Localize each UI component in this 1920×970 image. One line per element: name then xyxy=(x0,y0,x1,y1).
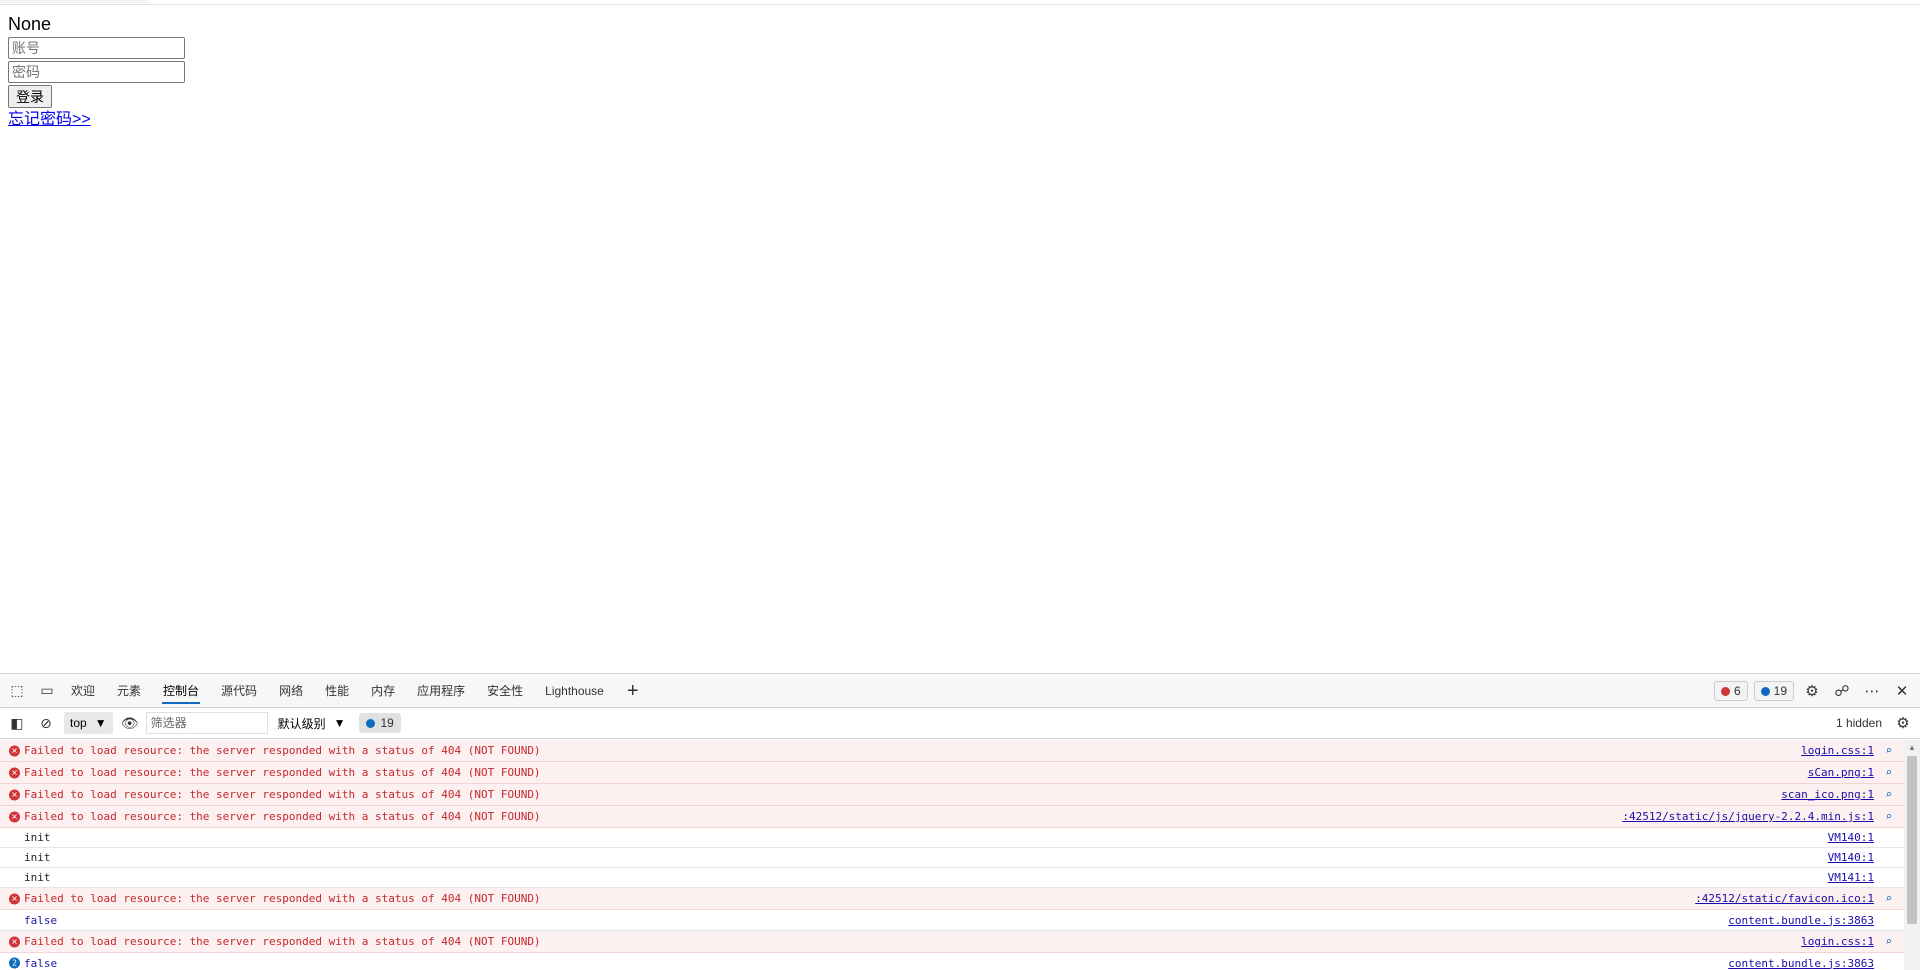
console-source-link[interactable]: login.css:1 xyxy=(1801,744,1874,757)
message-icon xyxy=(366,718,376,728)
console-source-link[interactable]: login.css:1 xyxy=(1801,935,1874,948)
repeat-count-badge: 2 xyxy=(9,957,20,969)
console-source-link[interactable]: content.bundle.js:3863 xyxy=(1728,914,1874,927)
error-icon: ✕ xyxy=(9,745,20,756)
tab-sources[interactable]: 源代码 xyxy=(210,674,268,708)
browser-top-edge xyxy=(0,0,1920,5)
console-message-text: Failed to load resource: the server resp… xyxy=(24,788,541,801)
filter-input[interactable] xyxy=(145,712,268,734)
account-input[interactable] xyxy=(8,37,185,59)
device-emulation-icon[interactable]: ▭ xyxy=(34,678,60,704)
console-message-text: init xyxy=(24,851,51,864)
console-scrollbar[interactable]: ▲ xyxy=(1904,740,1920,970)
search-icon[interactable]: ⌕ xyxy=(1885,892,1892,905)
console-message-text: Failed to load resource: the server resp… xyxy=(24,744,541,757)
tab-console[interactable]: 控制台 xyxy=(152,674,210,708)
chevron-down-icon: ▼ xyxy=(94,716,107,730)
forgot-password-link[interactable]: 忘记密码>> xyxy=(8,110,185,130)
console-message-row: init VM141:1 xyxy=(0,868,1904,888)
devtools-tab-bar: ⬚ ▭ 欢迎 元素 控制台 源代码 网络 性能 内存 应用程序 安全性 Ligh… xyxy=(0,674,1920,708)
console-message-row: ✕ Failed to load resource: the server res… xyxy=(0,888,1904,910)
console-message-row: ✕ Failed to load resource: the server res… xyxy=(0,740,1904,762)
console-message-row: false content.bundle.js:3863 xyxy=(0,910,1904,931)
error-count: 6 xyxy=(1733,684,1741,698)
error-icon: ✕ xyxy=(9,789,20,800)
console-source-link[interactable]: sCan.png:1 xyxy=(1808,766,1874,779)
error-icon: ✕ xyxy=(9,893,20,904)
error-count-badge[interactable]: 6 xyxy=(1713,681,1748,701)
search-icon[interactable]: ⌕ xyxy=(1885,766,1892,779)
error-icon: ✕ xyxy=(9,767,20,778)
scroll-up-arrow-icon[interactable]: ▲ xyxy=(1904,740,1920,754)
context-value: top xyxy=(70,716,87,730)
tab-application[interactable]: 应用程序 xyxy=(406,674,476,708)
tab-memory[interactable]: 内存 xyxy=(360,674,406,708)
console-message-text: Failed to load resource: the server resp… xyxy=(24,810,541,823)
console-source-link[interactable]: content.bundle.js:3863 xyxy=(1728,957,1874,970)
message-count-badge[interactable]: 19 xyxy=(1753,681,1794,701)
page-title: None xyxy=(8,14,52,34)
console-source-link[interactable]: VM141:1 xyxy=(1828,871,1874,884)
hidden-count: 1 hidden xyxy=(1835,716,1882,730)
console-messages: ✕ Failed to load resource: the server res… xyxy=(0,740,1904,970)
close-icon[interactable]: ✕ xyxy=(1890,679,1914,703)
search-icon[interactable]: ⌕ xyxy=(1885,744,1892,757)
error-icon: ✕ xyxy=(9,936,20,947)
console-source-link[interactable]: scan_ico.png:1 xyxy=(1781,788,1874,801)
clear-console-icon[interactable]: ⊘ xyxy=(34,711,58,735)
message-count-filter[interactable]: 19 xyxy=(359,713,401,733)
console-message-row: ✕ Failed to load resource: the server res… xyxy=(0,784,1904,806)
console-source-link[interactable]: VM140:1 xyxy=(1828,851,1874,864)
settings-gear-icon[interactable]: ⚙ xyxy=(1800,679,1824,703)
toolbar-message-count: 19 xyxy=(380,716,394,730)
search-icon[interactable]: ⌕ xyxy=(1885,788,1892,801)
login-button[interactable]: 登录 xyxy=(8,85,52,108)
log-level-select[interactable]: 默认级别 ▼ xyxy=(278,715,346,732)
console-message-row: 2 false content.bundle.js:3863 xyxy=(0,953,1904,970)
message-icon xyxy=(1760,686,1770,696)
console-message-text: false xyxy=(24,913,58,927)
console-source-link[interactable]: :42512/static/js/jquery-2.2.4.min.js:1 xyxy=(1622,810,1874,823)
search-icon[interactable]: ⌕ xyxy=(1885,810,1892,823)
sidebar-toggle-icon[interactable]: ◧ xyxy=(5,711,29,735)
devtools-actions: 6 19 ⚙ ☍ ⋯ ✕ xyxy=(1713,674,1920,708)
tab-security[interactable]: 安全性 xyxy=(476,674,534,708)
tab-elements[interactable]: 元素 xyxy=(106,674,152,708)
console-message-text: init xyxy=(24,871,51,884)
context-select[interactable]: top ▼ xyxy=(64,712,113,734)
scrollbar-thumb[interactable] xyxy=(1907,756,1917,924)
tab-network[interactable]: 网络 xyxy=(268,674,314,708)
console-source-link[interactable]: VM140:1 xyxy=(1828,831,1874,844)
devtools-panel: ⬚ ▭ 欢迎 元素 控制台 源代码 网络 性能 内存 应用程序 安全性 Ligh… xyxy=(0,673,1920,970)
console-message-text: Failed to load resource: the server resp… xyxy=(24,766,541,779)
console-settings-gear-icon[interactable]: ⚙ xyxy=(1892,712,1914,734)
error-icon xyxy=(1720,686,1730,696)
tab-welcome[interactable]: 欢迎 xyxy=(60,674,106,708)
chevron-down-icon: ▼ xyxy=(333,716,346,730)
tab-lighthouse[interactable]: Lighthouse xyxy=(534,674,615,708)
console-message-row: ✕ Failed to load resource: the server res… xyxy=(0,806,1904,828)
console-message-text: Failed to load resource: the server resp… xyxy=(24,892,541,905)
console-toolbar: ◧ ⊘ top ▼ 👁 默认级别 ▼ 19 1 hidden ⚙ xyxy=(0,708,1920,739)
console-message-text: Failed to load resource: the server resp… xyxy=(24,935,541,948)
password-input[interactable] xyxy=(8,61,185,83)
console-message-row: ✕ Failed to load resource: the server res… xyxy=(0,931,1904,953)
error-icon: ✕ xyxy=(9,811,20,822)
inspect-element-icon[interactable]: ⬚ xyxy=(4,678,30,704)
login-page: None 登录 忘记密码>> xyxy=(8,13,185,130)
add-tab-icon[interactable]: + xyxy=(627,674,639,708)
console-message-text: false xyxy=(24,956,58,970)
feedback-icon[interactable]: ☍ xyxy=(1830,679,1854,703)
search-icon[interactable]: ⌕ xyxy=(1885,935,1892,948)
console-message-row: init VM140:1 xyxy=(0,848,1904,868)
console-source-link[interactable]: :42512/static/favicon.ico:1 xyxy=(1695,892,1874,905)
live-expression-eye-icon[interactable]: 👁 xyxy=(118,711,142,735)
console-message-row: init VM140:1 xyxy=(0,828,1904,848)
tab-performance[interactable]: 性能 xyxy=(314,674,360,708)
more-options-icon[interactable]: ⋯ xyxy=(1860,679,1884,703)
log-level-value: 默认级别 xyxy=(277,716,326,731)
console-message-row: ✕ Failed to load resource: the server res… xyxy=(0,762,1904,784)
console-message-text: init xyxy=(24,831,51,844)
message-count: 19 xyxy=(1773,684,1787,698)
